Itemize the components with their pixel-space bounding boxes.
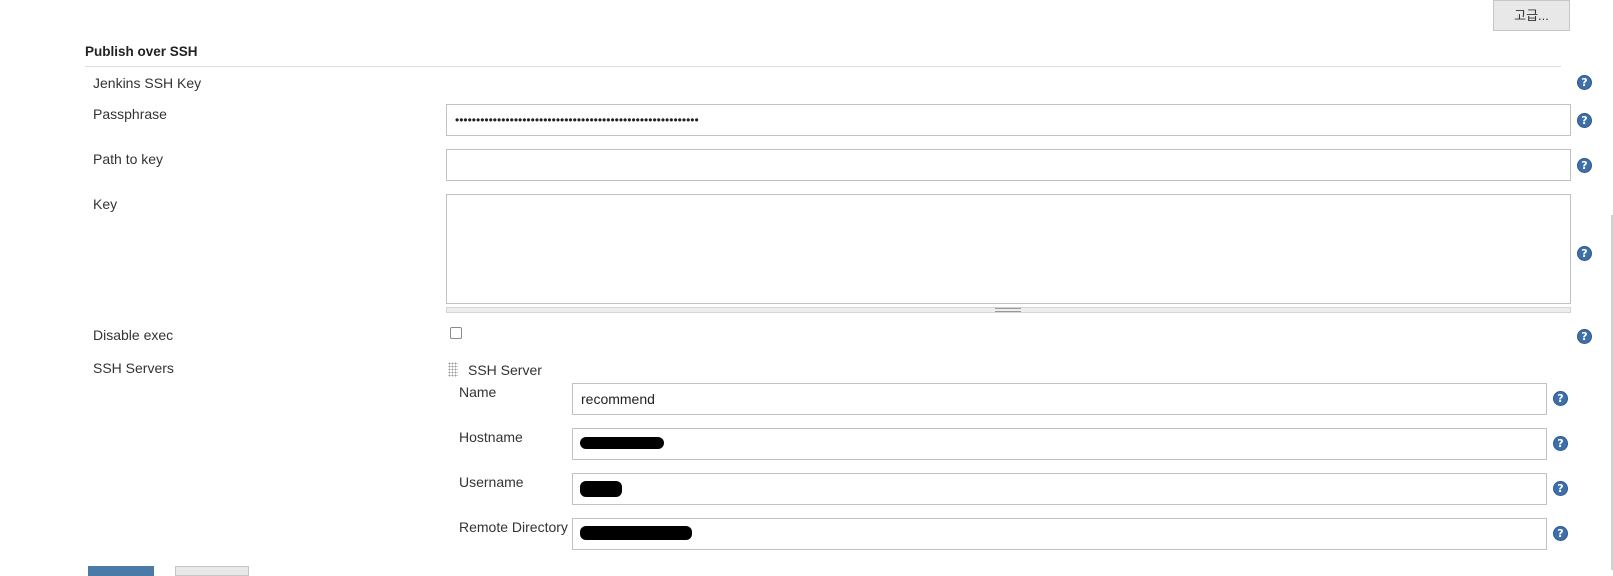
server-name-field[interactable] [572,383,1547,415]
drag-handle-icon[interactable] [448,362,458,377]
key-label: Key [93,196,118,212]
advanced-button[interactable]: 고급... [1493,0,1570,31]
passphrase-field[interactable] [446,104,1571,136]
help-icon[interactable]: ? [1577,246,1592,261]
help-icon[interactable]: ? [1577,75,1592,90]
help-icon[interactable]: ? [1553,391,1568,406]
redaction-mark [580,481,622,497]
remote-directory-field[interactable] [572,518,1547,550]
redaction-mark [580,526,692,540]
path-to-key-field[interactable] [446,149,1571,181]
username-field[interactable] [572,473,1547,505]
username-label: Username [459,474,524,490]
ssh-server-title: SSH Server [468,362,542,378]
jenkins-ssh-key-label: Jenkins SSH Key [93,75,202,91]
key-textarea[interactable] [446,194,1571,304]
help-icon[interactable]: ? [1553,481,1568,496]
help-icon[interactable]: ? [1577,329,1592,344]
ssh-servers-label: SSH Servers [93,360,174,376]
help-icon[interactable]: ? [1553,436,1568,451]
passphrase-label: Passphrase [93,106,167,122]
hostname-label: Hostname [459,429,523,445]
apply-button[interactable] [175,566,249,576]
help-icon[interactable]: ? [1577,113,1592,128]
section-divider [85,66,1561,67]
server-name-label: Name [459,384,497,400]
redaction-mark [580,437,664,449]
hostname-field[interactable] [572,428,1547,460]
help-icon[interactable]: ? [1577,158,1592,173]
path-to-key-label: Path to key [93,151,164,167]
section-title: Publish over SSH [85,44,198,59]
grip-mark [995,308,1021,312]
save-button[interactable] [88,566,154,576]
disable-exec-checkbox[interactable] [450,327,462,339]
disable-exec-label: Disable exec [93,327,174,343]
help-icon[interactable]: ? [1553,526,1568,541]
remote-directory-label: Remote Directory [459,519,568,535]
